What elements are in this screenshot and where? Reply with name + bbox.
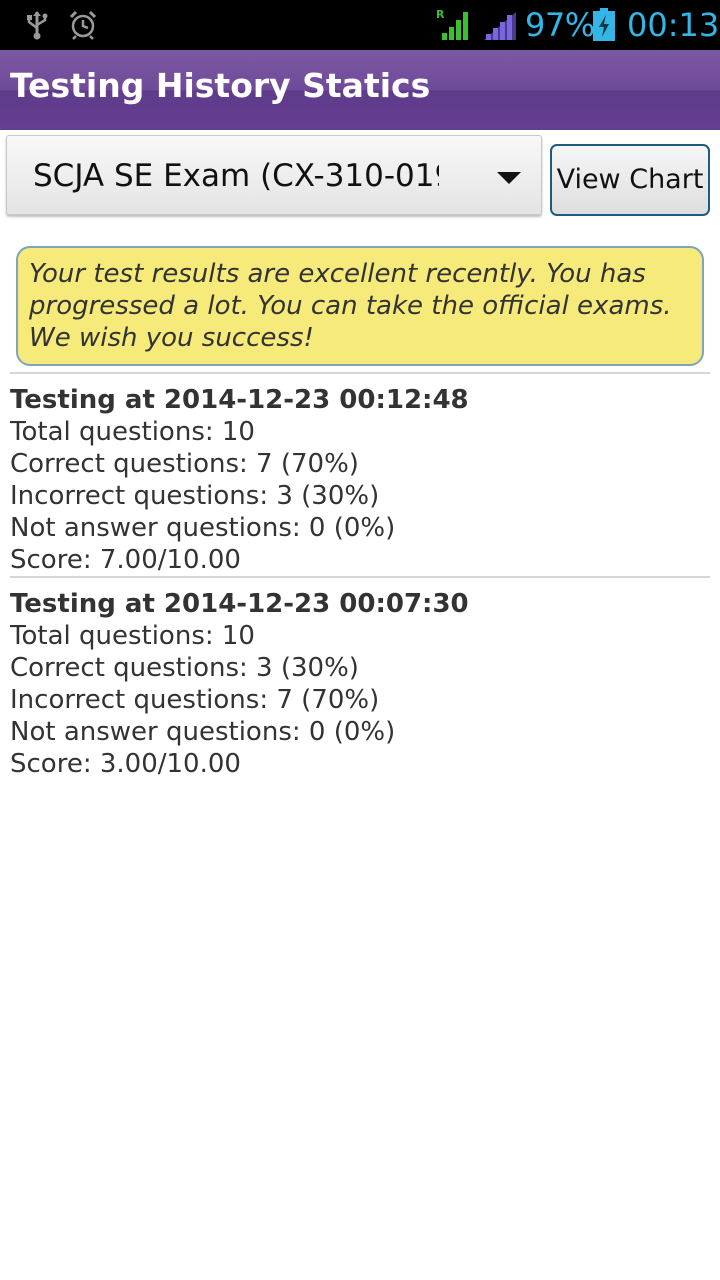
signal-green-icon: R xyxy=(436,8,468,40)
battery-charging-icon xyxy=(593,8,615,41)
history-entry-heading: Testing at 2014-12-23 00:07:30 xyxy=(10,589,469,619)
feedback-message: Your test results are excellent recently… xyxy=(16,246,704,366)
action-bar: Testing History Statics xyxy=(0,50,720,130)
dropdown-arrow-icon xyxy=(497,172,521,184)
status-clock: 00:13 xyxy=(627,6,720,44)
history-entry-total: Total questions: 10 xyxy=(10,417,255,447)
exam-select-dropdown[interactable]: SCJA SE Exam (CX-310-019) xyxy=(6,135,542,215)
roaming-badge: R xyxy=(436,8,445,21)
history-entry-correct: Correct questions: 3 (30%) xyxy=(10,653,359,683)
battery-percent: 97% xyxy=(525,6,595,44)
history-entry-incorrect: Incorrect questions: 7 (70%) xyxy=(10,685,380,715)
usb-icon xyxy=(27,11,48,40)
signal-purple-icon xyxy=(484,12,516,40)
divider xyxy=(10,372,710,374)
exam-select-value: SCJA SE Exam (CX-310-019) xyxy=(33,158,439,194)
history-entry-not-answered: Not answer questions: 0 (0%) xyxy=(10,513,396,543)
status-bar: R 97% 00:13 xyxy=(0,0,720,50)
history-entry-not-answered: Not answer questions: 0 (0%) xyxy=(10,717,396,747)
divider xyxy=(10,576,710,578)
page-title: Testing History Statics xyxy=(10,66,431,105)
alarm-icon xyxy=(69,10,97,40)
history-entry-heading: Testing at 2014-12-23 00:12:48 xyxy=(10,385,469,415)
history-entry-incorrect: Incorrect questions: 3 (30%) xyxy=(10,481,380,511)
history-entry: Testing at 2014-12-23 00:07:30 Total que… xyxy=(10,588,710,780)
history-entry-total: Total questions: 10 xyxy=(10,621,255,651)
history-entry: Testing at 2014-12-23 00:12:48 Total que… xyxy=(10,384,710,576)
view-chart-button[interactable]: View Chart xyxy=(550,144,710,216)
history-entry-score: Score: 7.00/10.00 xyxy=(10,545,241,575)
history-entry-correct: Correct questions: 7 (70%) xyxy=(10,449,359,479)
history-entry-score: Score: 3.00/10.00 xyxy=(10,749,241,779)
